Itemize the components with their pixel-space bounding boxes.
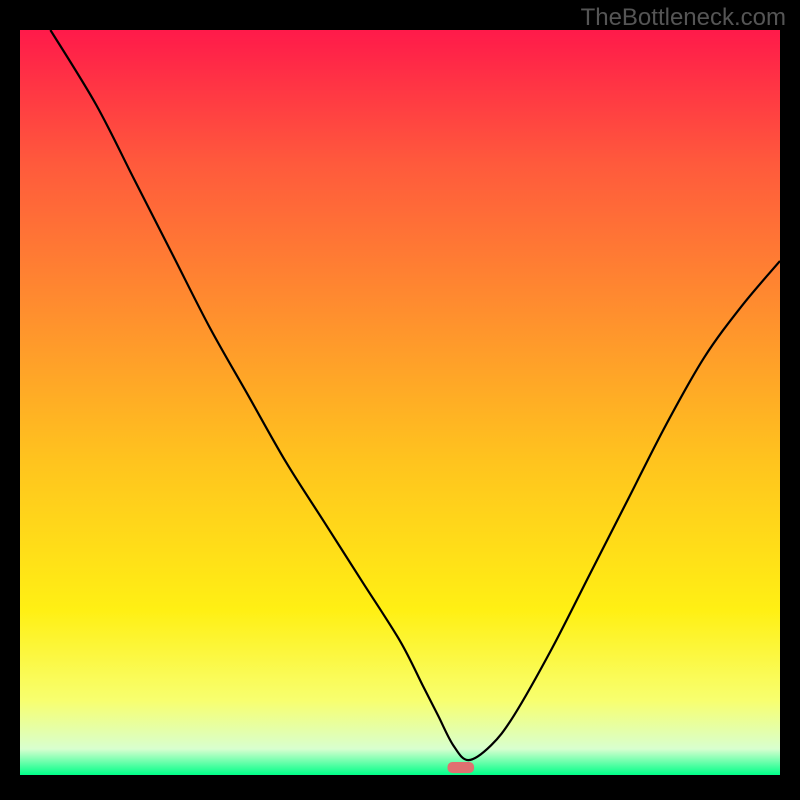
- gradient-background: [20, 30, 780, 775]
- watermark-text: TheBottleneck.com: [581, 4, 786, 32]
- chart-container: TheBottleneck.com: [0, 0, 800, 800]
- plot-area: [20, 30, 780, 775]
- chart-svg: [20, 30, 780, 775]
- bottleneck-marker: [448, 762, 475, 773]
